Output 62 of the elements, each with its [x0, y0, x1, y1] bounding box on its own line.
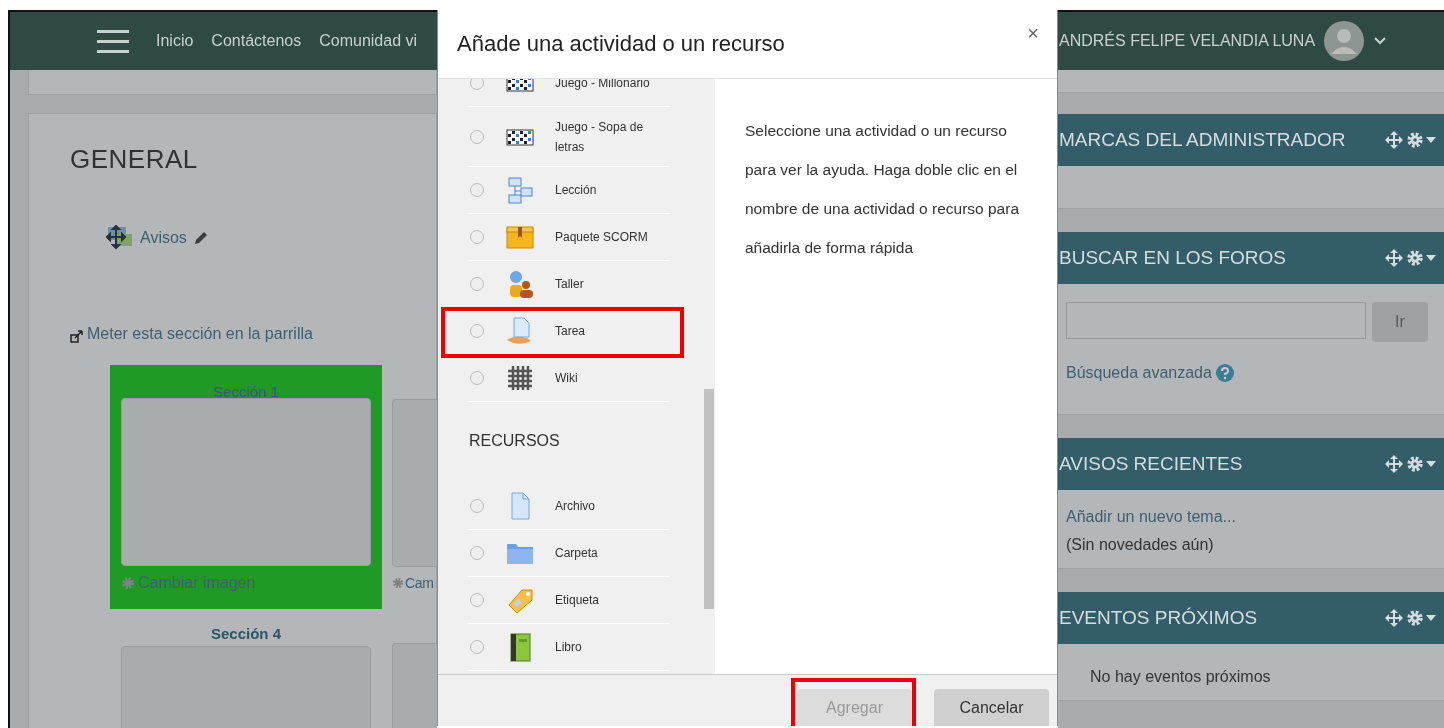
- chevron-down-icon[interactable]: [1373, 36, 1388, 46]
- module-name[interactable]: Libro: [555, 637, 655, 657]
- section-tile[interactable]: Sección 4: [110, 609, 382, 728]
- block-title: EVENTOS PRÓXIMOS: [1059, 607, 1258, 629]
- caret-icon[interactable]: [1426, 255, 1436, 261]
- events-status: No hay eventos próximos: [1089, 667, 1272, 686]
- radio-button[interactable]: [470, 183, 484, 197]
- forum-icon: [106, 225, 134, 251]
- radio-button[interactable]: [470, 324, 484, 338]
- module-name[interactable]: Juego - Millonario: [555, 79, 655, 93]
- module-name[interactable]: Taller: [555, 274, 655, 294]
- nav-link[interactable]: Comunidad vi: [319, 32, 418, 50]
- move-in-icon: [70, 329, 84, 343]
- tile-title: Sección 1: [213, 383, 279, 400]
- block-title: MARCAS DEL ADMINISTRADOR: [1059, 129, 1346, 151]
- move-icon[interactable]: [1384, 130, 1404, 150]
- radio-button[interactable]: [470, 277, 484, 291]
- move-icon[interactable]: [1384, 608, 1404, 628]
- move-icon[interactable]: [1384, 454, 1404, 474]
- radio-button[interactable]: [470, 640, 484, 654]
- cancel-button[interactable]: Cancelar: [934, 689, 1049, 726]
- caret-icon[interactable]: [1426, 461, 1436, 467]
- grid-link[interactable]: Meter esta sección en la parrilla: [87, 325, 313, 343]
- close-button[interactable]: ×: [1027, 22, 1039, 45]
- news-status: (Sin novedades aún): [1066, 536, 1215, 554]
- module-name[interactable]: Etiqueta: [555, 590, 655, 610]
- module-name[interactable]: Carpeta: [555, 543, 655, 563]
- help-text: Seleccione una actividad o un recurso para ver la ayuda. Haga doble clic en el nombre de una actividad o recurso para añadirla de forma rápida: [745, 121, 1020, 258]
- module-name[interactable]: Wiki: [555, 368, 655, 388]
- pencil-icon[interactable]: [192, 230, 209, 246]
- tile-title: Sección 4: [210, 625, 281, 642]
- block-title: AVISOS RECIENTES: [1059, 453, 1243, 475]
- caret-icon[interactable]: [1426, 615, 1436, 621]
- caret-icon[interactable]: [1426, 137, 1436, 143]
- module-name[interactable]: Tarea: [555, 321, 655, 341]
- radio-button[interactable]: [470, 371, 484, 385]
- new-topic-link[interactable]: Añadir un nuevo tema...: [1066, 508, 1436, 526]
- nav-link[interactable]: Contáctenos: [211, 32, 302, 50]
- dialog-title: Añade una actividad o un recurso: [457, 31, 785, 57]
- section-title: GENERAL: [70, 144, 199, 175]
- block-title: BUSCAR EN LOS FOROS: [1059, 247, 1286, 269]
- flowchart-icon: [505, 175, 535, 205]
- advanced-search-link[interactable]: Búsqueda avanzada: [1066, 364, 1212, 382]
- module-name[interactable]: Paquete SCORM: [555, 227, 655, 247]
- radio-button[interactable]: [470, 79, 484, 90]
- avatar-icon[interactable]: [1324, 21, 1365, 61]
- radio-button[interactable]: [470, 129, 484, 144]
- forum-link[interactable]: Avisos: [140, 229, 187, 247]
- help-icon[interactable]: [1215, 364, 1234, 382]
- move-icon[interactable]: [1384, 248, 1404, 268]
- radio-button[interactable]: [470, 593, 484, 607]
- module-name[interactable]: Archivo: [555, 496, 655, 516]
- category-heading: RECURSOS: [468, 431, 561, 451]
- radio-button[interactable]: [470, 499, 484, 513]
- radio-button[interactable]: [470, 230, 484, 244]
- search-field[interactable]: [1066, 302, 1366, 339]
- module-name[interactable]: Lección: [555, 180, 655, 200]
- radio-button[interactable]: [470, 546, 484, 560]
- module-name[interactable]: Juego - Sopa de letras: [555, 116, 655, 157]
- menu-icon[interactable]: [97, 29, 129, 53]
- nav-link[interactable]: Inicio: [156, 32, 194, 50]
- change-image-link[interactable]: Cam: [405, 575, 434, 591]
